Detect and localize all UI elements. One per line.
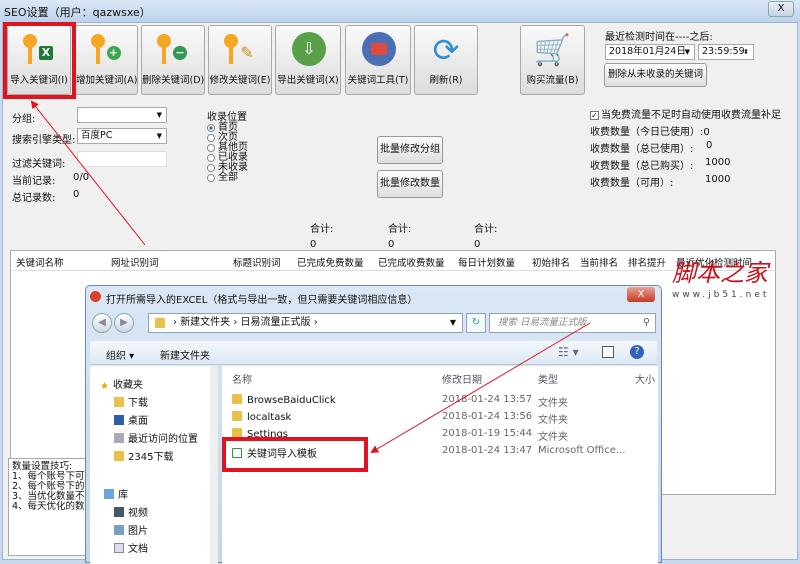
annotation-arrows: [30, 100, 591, 454]
arrow-to-import-button: [30, 100, 146, 246]
arrow-to-template-file: [370, 322, 591, 454]
